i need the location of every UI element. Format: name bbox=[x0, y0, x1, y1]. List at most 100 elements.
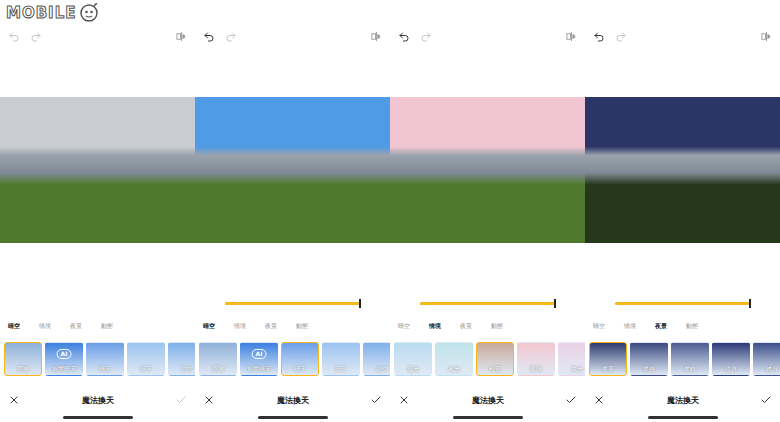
category-tab[interactable]: 晴空 bbox=[593, 322, 605, 330]
sky-thumbnail[interactable]: 星跡 bbox=[630, 342, 668, 376]
redo-button[interactable] bbox=[225, 31, 237, 43]
sky-thumbnail[interactable]: 暖陽 bbox=[517, 342, 555, 376]
category-tab[interactable]: 情境 bbox=[624, 322, 636, 330]
category-tab[interactable]: 情境 bbox=[234, 322, 246, 330]
category-tab[interactable]: 動態 bbox=[491, 322, 503, 330]
intensity-slider[interactable] bbox=[420, 302, 555, 305]
sky-thumbnail[interactable]: 皓月 bbox=[753, 342, 780, 376]
compare-icon bbox=[371, 31, 382, 42]
compare-button[interactable] bbox=[176, 31, 187, 42]
sky-thumbnail[interactable]: 晨光 bbox=[558, 342, 585, 376]
cancel-button[interactable] bbox=[8, 394, 20, 406]
category-tabs: 晴空 情境 夜景 動態 bbox=[0, 318, 195, 334]
home-indicator bbox=[63, 416, 133, 419]
close-icon bbox=[398, 394, 410, 406]
top-bar bbox=[390, 0, 585, 97]
sky-thumbnail[interactable]: 粉霞 bbox=[476, 342, 514, 376]
thumbnail-label: 弦月 bbox=[725, 366, 737, 373]
sky-thumbnail[interactable]: AI智慧晴天 bbox=[45, 342, 83, 376]
home-indicator bbox=[648, 416, 718, 419]
sky-thumbnails: 星辰星跡星軌弦月 皓月 bbox=[585, 342, 780, 376]
slider-handle[interactable] bbox=[554, 299, 556, 308]
category-tab[interactable]: 夜景 bbox=[265, 322, 277, 330]
undo-button[interactable] bbox=[8, 31, 20, 43]
thumbnail-label: 霞光 bbox=[407, 366, 419, 373]
sky-thumbnail[interactable]: 晴天 bbox=[86, 342, 124, 376]
confirm-button[interactable] bbox=[370, 394, 382, 406]
tool-title: 魔法換天 bbox=[667, 395, 699, 406]
sky-thumbnail[interactable]: 碧空 bbox=[168, 342, 195, 376]
screenshot-collage: MOBILE晴空情境夜景動態原圖AI智慧晴天晴天藍天碧空魔法換天晴空情境夜景動態… bbox=[0, 0, 780, 422]
thumbnail-label: 晴天 bbox=[294, 366, 306, 373]
undo-button[interactable] bbox=[593, 31, 605, 43]
sky-thumbnail[interactable]: AI智慧晴天 bbox=[240, 342, 278, 376]
sky-thumbnail[interactable]: 星辰 bbox=[589, 342, 627, 376]
cancel-button[interactable] bbox=[203, 394, 215, 406]
category-tab[interactable]: 夜景 bbox=[655, 322, 667, 330]
thumbnail-label: 原圖 bbox=[212, 366, 224, 373]
undo-button[interactable] bbox=[203, 31, 215, 43]
undo-icon bbox=[593, 31, 605, 43]
category-tab[interactable]: 晴空 bbox=[398, 322, 410, 330]
sky-thumbnails: 原圖 AI智慧晴天晴天 藍天碧空 bbox=[195, 342, 390, 376]
sky-thumbnail[interactable]: 霞光 bbox=[394, 342, 432, 376]
redo-button[interactable] bbox=[30, 31, 42, 43]
sky-thumbnail[interactable]: 碧空 bbox=[363, 342, 390, 376]
sky-thumbnail[interactable]: 星軌 bbox=[671, 342, 709, 376]
sky-thumbnail[interactable]: 藍天 bbox=[322, 342, 360, 376]
intensity-slider[interactable] bbox=[225, 302, 360, 305]
photo bbox=[390, 97, 585, 243]
thumbnail-label: 藍天 bbox=[140, 366, 152, 373]
compare-icon bbox=[566, 31, 577, 42]
slider-handle[interactable] bbox=[359, 299, 361, 308]
compare-button[interactable] bbox=[566, 31, 577, 42]
ai-badge: AI bbox=[57, 349, 72, 359]
tool-title: 魔法換天 bbox=[472, 395, 504, 406]
category-tab[interactable]: 夜景 bbox=[460, 322, 472, 330]
category-tab[interactable]: 動態 bbox=[101, 322, 113, 330]
slider-handle[interactable] bbox=[749, 299, 751, 308]
category-tab[interactable]: 情境 bbox=[39, 322, 51, 330]
compare-button[interactable] bbox=[371, 31, 382, 42]
category-tab[interactable]: 動態 bbox=[686, 322, 698, 330]
confirm-button[interactable] bbox=[565, 394, 577, 406]
bottom-bar: 魔法換天 bbox=[195, 388, 390, 412]
cancel-button[interactable] bbox=[593, 394, 605, 406]
sky-thumbnail[interactable]: 晴天 bbox=[281, 342, 319, 376]
confirm-button[interactable] bbox=[760, 394, 772, 406]
slider-fill bbox=[420, 302, 555, 305]
editor-panel: 晴空 情境 夜景 動態霞光 暮光 粉霞 暖陽晨光魔法換天 bbox=[390, 0, 585, 422]
redo-button[interactable] bbox=[615, 31, 627, 43]
compare-button[interactable] bbox=[761, 31, 772, 42]
mascot-icon bbox=[79, 3, 99, 23]
thumbnail-label: 晴天 bbox=[99, 366, 111, 373]
undo-button[interactable] bbox=[398, 31, 410, 43]
photo bbox=[585, 97, 780, 243]
category-tab[interactable]: 晴空 bbox=[203, 322, 215, 330]
cancel-button[interactable] bbox=[398, 394, 410, 406]
tool-title: 魔法換天 bbox=[277, 395, 309, 406]
category-tab[interactable]: 晴空 bbox=[8, 322, 20, 330]
sky-thumbnail[interactable]: 弦月 bbox=[712, 342, 750, 376]
slider-fill bbox=[225, 302, 360, 305]
intensity-slider[interactable] bbox=[615, 302, 750, 305]
sky-thumbnail[interactable]: 藍天 bbox=[127, 342, 165, 376]
bottom-bar: 魔法換天 bbox=[390, 388, 585, 412]
top-bar bbox=[585, 0, 780, 97]
thumbnail-label: 暮光 bbox=[448, 366, 460, 373]
watermark-text: MOBILE bbox=[6, 4, 77, 22]
category-tab[interactable]: 情境 bbox=[429, 322, 441, 330]
thumbnail-label: 粉霞 bbox=[489, 366, 501, 373]
category-tab[interactable]: 夜景 bbox=[70, 322, 82, 330]
home-indicator bbox=[453, 416, 523, 419]
category-tab[interactable]: 動態 bbox=[296, 322, 308, 330]
thumbnail-label: 碧空 bbox=[181, 366, 193, 373]
sky-thumbnail[interactable]: 原圖 bbox=[4, 342, 42, 376]
redo-icon bbox=[225, 31, 237, 43]
confirm-button[interactable] bbox=[175, 394, 187, 406]
redo-button[interactable] bbox=[420, 31, 432, 43]
close-icon bbox=[8, 394, 20, 406]
sky-thumbnail[interactable]: 原圖 bbox=[199, 342, 237, 376]
sky-thumbnail[interactable]: 暮光 bbox=[435, 342, 473, 376]
editor-panel: 晴空 情境 夜景 動態星辰星跡星軌弦月 皓月魔法換天 bbox=[585, 0, 780, 422]
